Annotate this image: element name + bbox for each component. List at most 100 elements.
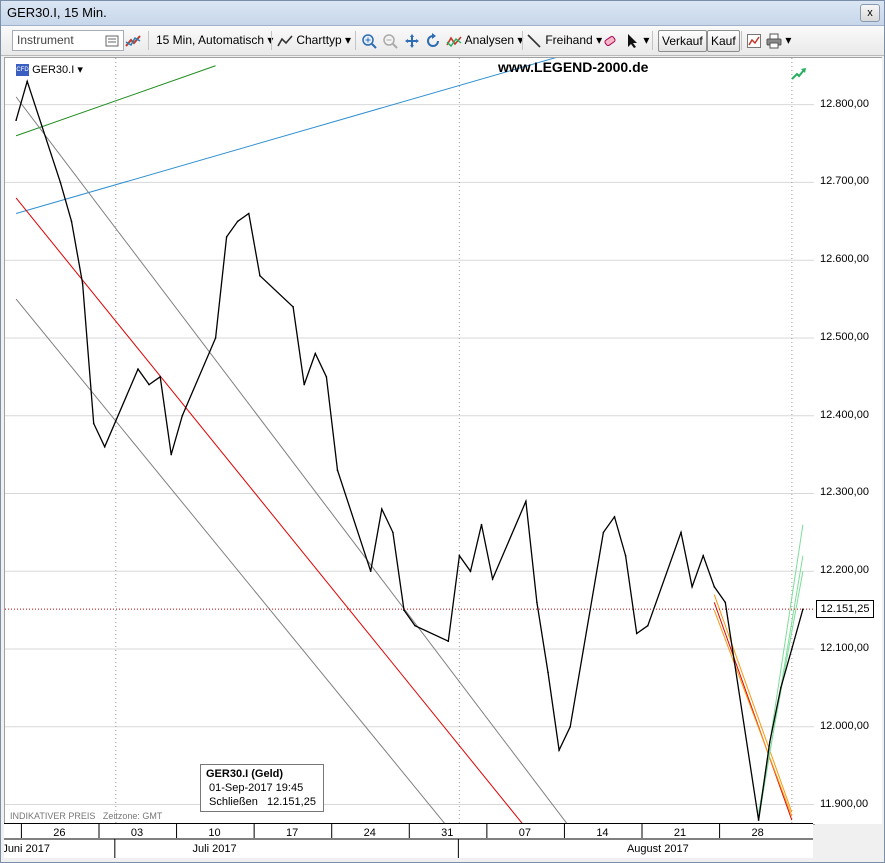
verkauf-button[interactable]: Verkauf bbox=[658, 30, 707, 52]
info-box: GER30.I (Geld) 01-Sep-2017 19:45 Schließ… bbox=[200, 764, 324, 812]
price-point bbox=[680, 531, 682, 534]
price-point bbox=[458, 554, 461, 557]
price-point bbox=[248, 212, 250, 215]
draw-line-icon bbox=[527, 34, 541, 48]
price-point bbox=[336, 469, 339, 471]
price-point bbox=[802, 608, 804, 610]
cursor-icon bbox=[628, 33, 637, 48]
last-price-badge: 12.151,25 bbox=[816, 600, 874, 619]
toolbar-separator bbox=[522, 31, 523, 50]
price-point bbox=[170, 453, 173, 456]
y-tick-label: 12.000,00 bbox=[820, 719, 869, 732]
print-dropdown[interactable]: ▾ bbox=[766, 30, 791, 50]
zoom-in-icon[interactable] bbox=[361, 30, 377, 50]
price-point bbox=[81, 282, 84, 285]
y-tick-label: 11.900,00 bbox=[820, 797, 869, 810]
charttype-label: Charttyp bbox=[296, 33, 342, 47]
price-point bbox=[613, 516, 616, 518]
y-axis[interactable]: 12.151,25 12.800,00 12.700,00 12.600,00 12.… bbox=[814, 57, 882, 824]
y-tick-label: 12.500,00 bbox=[820, 330, 869, 343]
price-point bbox=[480, 523, 483, 526]
freihand-dropdown[interactable]: Freihand ▾ bbox=[526, 30, 602, 50]
price-points bbox=[15, 80, 804, 821]
pan-icon[interactable] bbox=[404, 30, 420, 50]
x-tick-label: 31 bbox=[441, 827, 453, 839]
price-point bbox=[325, 376, 328, 378]
toolbar-separator bbox=[652, 31, 653, 50]
price-point bbox=[558, 749, 560, 751]
info-datetime: 01-Sep-2017 19:45 bbox=[209, 782, 304, 794]
price-point bbox=[103, 446, 106, 448]
price-point bbox=[369, 570, 372, 573]
line-chart-icon bbox=[277, 35, 293, 47]
price-point bbox=[26, 80, 28, 83]
eraser-icon[interactable] bbox=[602, 30, 618, 50]
chevron-down-icon: ▾ bbox=[785, 33, 792, 47]
freihand-label: Freihand bbox=[545, 33, 593, 47]
price-point bbox=[602, 531, 605, 534]
chart-grid bbox=[5, 104, 814, 806]
kauf-button[interactable]: Kauf bbox=[707, 30, 740, 52]
x-axis[interactable]: 26 03 10 17 24 31 07 14 21 28 Juni 2017 Juli 2017 Au… bbox=[2, 823, 813, 858]
interval-dropdown[interactable]: 15 Min, Automatisch ▾ bbox=[156, 30, 273, 50]
price-point bbox=[225, 236, 228, 238]
cursor-dropdown[interactable]: ▾ bbox=[624, 30, 649, 50]
y-tick-label: 12.800,00 bbox=[820, 97, 869, 110]
y-tick-label: 12.300,00 bbox=[820, 486, 869, 499]
price-point bbox=[214, 337, 217, 339]
month-label: Juni 2017 bbox=[4, 843, 50, 855]
chart-plot-area[interactable] bbox=[4, 57, 815, 825]
price-point bbox=[447, 640, 450, 643]
price-point bbox=[259, 274, 261, 277]
fan-lines bbox=[713, 524, 804, 821]
price-point bbox=[757, 819, 760, 821]
chart-window: GER30.I, 15 Min. x Instrument 15 Min, Au… bbox=[0, 0, 885, 863]
price-point bbox=[768, 741, 771, 744]
chevron-down-icon: ▾ bbox=[77, 64, 83, 76]
indicative-label: INDIKATIVER PREIS bbox=[10, 811, 96, 821]
price-point bbox=[469, 570, 472, 573]
x-tick-label: 10 bbox=[208, 827, 220, 839]
price-point bbox=[702, 554, 704, 557]
toolbar-separator bbox=[148, 31, 149, 50]
x-tick-label: 14 bbox=[596, 827, 608, 839]
price-point bbox=[724, 601, 727, 604]
compare-icon[interactable] bbox=[125, 30, 141, 50]
trendline-grey-upper bbox=[15, 96, 568, 824]
cfd-icon: CFD bbox=[16, 64, 29, 77]
indicative-footer: INDIKATIVER PREIS Zeitzone: GMT bbox=[10, 811, 162, 821]
info-close-label: Schließen bbox=[209, 796, 258, 808]
info-close-value: 12.151,25 bbox=[267, 796, 316, 808]
trendline-red bbox=[15, 197, 524, 824]
y-tick-label: 12.400,00 bbox=[820, 408, 869, 421]
x-tick-label: 28 bbox=[751, 827, 763, 839]
price-point bbox=[59, 181, 62, 184]
zoom-out-icon[interactable] bbox=[382, 30, 398, 50]
close-icon: x bbox=[867, 7, 873, 19]
title-bar: GER30.I, 15 Min. x bbox=[1, 1, 884, 26]
price-point bbox=[635, 632, 638, 635]
price-point bbox=[303, 383, 306, 386]
price-point bbox=[646, 624, 649, 627]
analysen-label: Analysen bbox=[464, 33, 515, 47]
y-tick-label: 12.200,00 bbox=[820, 564, 869, 577]
price-point bbox=[691, 586, 693, 588]
instrument-legend[interactable]: CFD GER30.I ▾ bbox=[16, 63, 83, 77]
x-tick-label: 24 bbox=[364, 827, 376, 839]
watermark: www.LEGEND-2000.de bbox=[498, 59, 649, 75]
price-point bbox=[15, 119, 17, 122]
analysen-dropdown[interactable]: Analysen ▾ bbox=[446, 30, 523, 50]
price-chart bbox=[5, 58, 814, 824]
close-button[interactable]: x bbox=[860, 4, 880, 22]
chart-settings-icon[interactable] bbox=[746, 30, 762, 50]
instrument-list-icon[interactable] bbox=[104, 30, 120, 50]
price-point bbox=[491, 578, 494, 580]
trend-arrow-icon bbox=[791, 68, 806, 80]
price-point bbox=[624, 554, 627, 557]
price-point bbox=[380, 508, 383, 510]
reset-icon[interactable] bbox=[425, 30, 441, 50]
price-point bbox=[414, 624, 416, 627]
charttype-dropdown[interactable]: Charttyp ▾ bbox=[277, 30, 351, 50]
price-point bbox=[525, 500, 527, 503]
price-point bbox=[314, 352, 317, 355]
